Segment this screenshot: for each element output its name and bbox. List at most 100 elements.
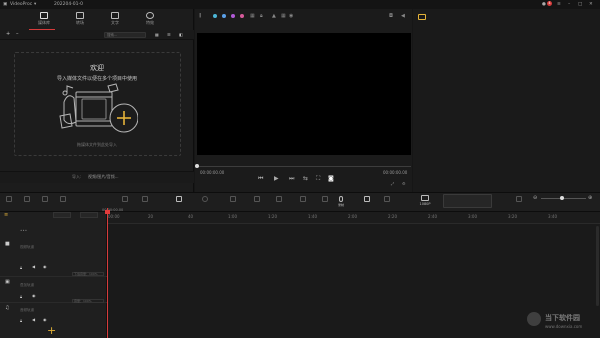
text-button[interactable] (360, 193, 374, 211)
track-visible-icon[interactable]: ◉ (32, 293, 36, 298)
media-library-icon (40, 12, 48, 19)
grid-icon[interactable]: ▦ (281, 13, 286, 19)
fullscreen-icon[interactable]: ⛶ (316, 175, 320, 183)
audio-button[interactable] (318, 193, 332, 211)
properties-icon[interactable] (418, 14, 426, 20)
music-track-icon: ♫ (5, 305, 10, 311)
layout-icon[interactable]: ▦ (250, 13, 255, 19)
resolution-button[interactable]: 1080P (419, 195, 431, 208)
loop-icon[interactable]: ⇆ (303, 175, 308, 182)
tab-effects[interactable]: 特效 (135, 10, 165, 30)
track-name: 叠加轨道 (20, 283, 34, 287)
transition-icon (76, 12, 84, 19)
expand-icon[interactable]: ⤢ (391, 181, 394, 186)
flip-button[interactable] (272, 193, 286, 211)
ruler-tick-label: 2:00 (348, 214, 357, 219)
preview-total-time: 00:00:00.00 (383, 170, 408, 175)
video-track-icon: ■ (5, 241, 10, 247)
grid-view-icon[interactable]: ▦ (155, 32, 159, 37)
timeline-playhead[interactable] (107, 208, 108, 338)
warning-icon[interactable]: ▲ (272, 13, 276, 19)
volume-icon[interactable]: ◀ (401, 13, 405, 19)
speed-button[interactable] (198, 193, 212, 211)
import-filter-select[interactable]: 视频/图片/音频... (88, 174, 119, 180)
add-media-icon[interactable]: + (47, 325, 56, 336)
more-options-icon[interactable]: ••• (20, 228, 27, 233)
scrubber-handle[interactable] (195, 164, 199, 168)
settings-icon[interactable]: ⚙ (402, 181, 406, 186)
signal-icon[interactable]: ⫼ (199, 13, 201, 19)
track-mute-icon[interactable]: ◀ (32, 317, 35, 322)
export-button[interactable] (443, 194, 492, 208)
freeze-button[interactable] (380, 193, 394, 211)
overlay-track-icon: ▣ (5, 279, 10, 285)
delete-button[interactable] (38, 193, 52, 211)
ruler-tick-label: 3:20 (508, 214, 517, 219)
list-view-icon[interactable]: ☰ (167, 32, 171, 37)
tab-media-library[interactable]: 媒体库 (29, 10, 59, 30)
color-pink-icon[interactable] (240, 14, 244, 18)
zoom-slider-handle[interactable] (560, 196, 564, 200)
track-mute-icon[interactable]: ◀ (32, 264, 35, 269)
track-lock-icon[interactable]: 🔒︎ (20, 294, 22, 299)
zoom-out-icon[interactable]: ⊖ (533, 195, 537, 201)
fit-timeline-button[interactable] (512, 193, 526, 211)
transform-button[interactable] (226, 193, 240, 211)
close-icon[interactable]: ✕ (589, 2, 593, 7)
preview-toolbar: ⫼ ▦ 🔒︎ ▲ ▦ ◉ ◘ ◀ (196, 12, 411, 21)
maximize-icon[interactable]: □ (578, 2, 582, 7)
filter-button[interactable] (296, 193, 310, 211)
play-icon[interactable]: ▶ (274, 175, 279, 182)
rotate-button[interactable] (250, 193, 264, 211)
track-volume[interactable]: 音量：100% (72, 299, 104, 303)
ruler-tick-label: 2:20 (388, 214, 397, 219)
split-button[interactable] (56, 193, 70, 211)
remove-icon[interactable]: – (16, 32, 19, 37)
microphone-icon (339, 196, 343, 202)
step-back-icon[interactable]: ⏮ (258, 175, 263, 183)
redo-button[interactable] (20, 193, 34, 211)
add-track-icon[interactable]: ≡ (4, 212, 8, 218)
notification-icon[interactable]: ● (542, 2, 546, 7)
track-lock-icon[interactable]: 🔒︎ (20, 318, 22, 323)
color-blue-icon[interactable] (222, 14, 226, 18)
properties-panel (413, 9, 600, 192)
timeline-scrollbar[interactable] (596, 226, 599, 306)
text-icon (364, 196, 370, 202)
color-cyan-icon[interactable] (213, 14, 217, 18)
video-preview-screen[interactable] (197, 33, 411, 155)
track-visible-icon[interactable]: ◉ (43, 317, 47, 322)
add-icon[interactable]: + (6, 32, 10, 37)
preview-scrubber[interactable] (197, 166, 411, 167)
step-forward-icon[interactable]: ⏭ (289, 175, 294, 183)
undo-icon (6, 196, 12, 202)
track-volume[interactable]: 下载音量：100% (72, 272, 104, 276)
snapshot-icon[interactable]: ◙ (328, 175, 334, 182)
lock-all-toggle[interactable] (53, 212, 71, 218)
panel-toggle-icon[interactable]: ◧ (179, 32, 183, 37)
project-name[interactable]: 202204-01-0 (54, 2, 83, 7)
menu-icon[interactable]: ≡ (557, 2, 561, 7)
tab-transitions[interactable]: 转场 (65, 10, 95, 30)
minimize-icon[interactable]: – (568, 2, 570, 7)
zoom-in-icon[interactable]: ⊕ (588, 195, 592, 201)
lock-icon[interactable]: 🔒︎ (260, 13, 263, 19)
color-purple-icon[interactable] (231, 14, 235, 18)
camera-icon[interactable]: ◘ (389, 13, 393, 19)
media-search-input[interactable]: 搜索... (104, 32, 146, 38)
snap-toggle[interactable] (80, 212, 98, 218)
menu-chevron-icon[interactable]: ▾ (34, 2, 36, 7)
crop-button[interactable] (172, 193, 186, 211)
ruler-tick-label: 00:00 (108, 214, 120, 219)
eye-icon[interactable]: ◉ (289, 13, 293, 19)
tab-text[interactable]: 文字 (100, 10, 130, 30)
record-button[interactable]: 录制 (334, 193, 348, 211)
notification-badge: 4 (547, 1, 552, 6)
marker-button[interactable] (138, 193, 152, 211)
import-label: 导入: (72, 174, 82, 179)
playhead-handle[interactable] (105, 210, 110, 214)
track-lock-icon[interactable]: 🔒︎ (20, 265, 22, 270)
track-visible-icon[interactable]: ◉ (43, 264, 47, 269)
app-title: VideoProc (10, 2, 33, 7)
undo-button[interactable] (2, 193, 16, 211)
